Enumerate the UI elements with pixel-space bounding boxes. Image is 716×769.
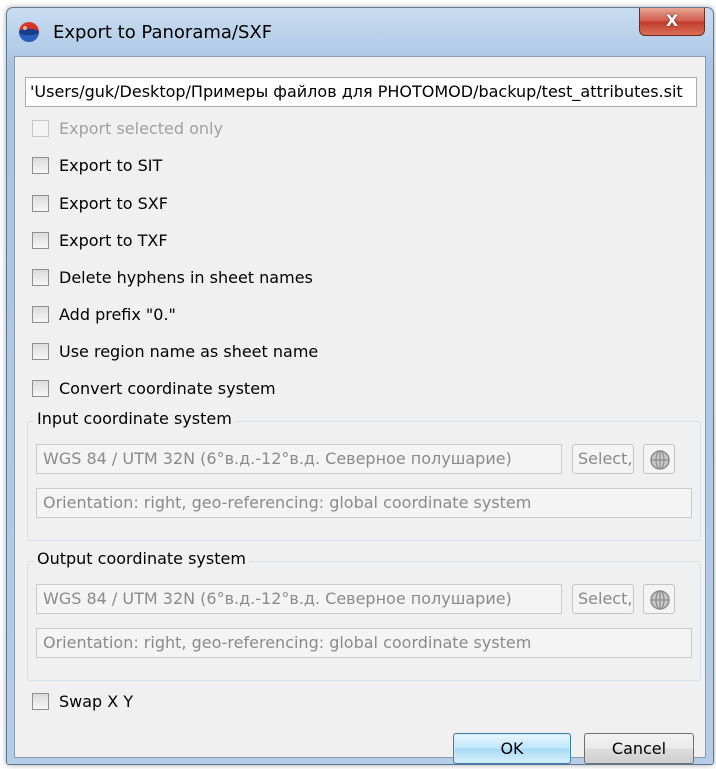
globe-icon	[650, 590, 670, 610]
add-prefix-checkbox[interactable]	[32, 305, 49, 323]
export-to-sxf-label[interactable]: Export to SXF	[59, 194, 168, 213]
output-cs-select-button: Select,	[572, 584, 634, 614]
close-button[interactable]: X	[639, 8, 705, 36]
export-to-txf-checkbox-row[interactable]: Export to TXF	[32, 228, 168, 252]
output-cs-orientation-field: Orientation: right, geo-referencing: glo…	[36, 628, 692, 658]
add-prefix-label[interactable]: Add prefix "0."	[59, 305, 176, 324]
convert-cs-checkbox[interactable]	[32, 379, 49, 397]
ok-button[interactable]: OK	[453, 733, 571, 764]
cancel-button[interactable]: Cancel	[584, 733, 694, 764]
title-bar[interactable]: Export to Panorama/SXF X	[7, 8, 713, 56]
use-region-name-label[interactable]: Use region name as sheet name	[59, 342, 318, 361]
export-to-txf-checkbox[interactable]	[32, 231, 49, 249]
convert-cs-checkbox-row[interactable]: Convert coordinate system	[32, 376, 276, 400]
output-cs-group: Output coordinate system WGS 84 / UTM 32…	[27, 549, 701, 681]
export-to-sit-checkbox[interactable]	[32, 156, 49, 174]
export-dialog-window: Export to Panorama/SXF X 'Users/guk/Desk…	[6, 7, 714, 765]
dialog-client-area: 'Users/guk/Desktop/Примеры файлов для PH…	[14, 56, 706, 764]
globe-icon	[650, 450, 670, 470]
output-cs-field: WGS 84 / UTM 32N (6°в.д.-12°в.д. Северно…	[36, 584, 562, 614]
export-to-txf-label[interactable]: Export to TXF	[59, 231, 168, 250]
export-to-sit-label[interactable]: Export to SIT	[59, 156, 162, 175]
swap-xy-checkbox-row[interactable]: Swap X Y	[32, 689, 133, 713]
export-selected-only-label: Export selected only	[59, 118, 223, 138]
input-cs-globe-button	[643, 444, 675, 474]
input-cs-orientation-field: Orientation: right, geo-referencing: glo…	[36, 488, 692, 518]
export-selected-only-checkbox-row: Export selected only	[32, 116, 223, 140]
file-path-field[interactable]: 'Users/guk/Desktop/Примеры файлов для PH…	[25, 77, 697, 107]
output-cs-group-title: Output coordinate system	[34, 549, 249, 568]
close-icon: X	[665, 11, 679, 30]
export-to-sxf-checkbox-row[interactable]: Export to SXF	[32, 191, 168, 215]
delete-hyphens-checkbox-row[interactable]: Delete hyphens in sheet names	[32, 265, 313, 289]
window-title: Export to Panorama/SXF	[53, 22, 273, 43]
export-selected-only-checkbox	[32, 119, 49, 137]
convert-cs-label[interactable]: Convert coordinate system	[59, 379, 276, 398]
export-to-sit-checkbox-row[interactable]: Export to SIT	[32, 153, 162, 177]
use-region-name-checkbox-row[interactable]: Use region name as sheet name	[32, 339, 318, 363]
add-prefix-checkbox-row[interactable]: Add prefix "0."	[32, 302, 176, 326]
input-cs-group: Input coordinate system WGS 84 / UTM 32N…	[27, 409, 701, 541]
output-cs-globe-button	[643, 584, 675, 614]
export-to-sxf-checkbox[interactable]	[32, 194, 49, 212]
delete-hyphens-label[interactable]: Delete hyphens in sheet names	[59, 268, 313, 287]
panorama-app-icon	[17, 20, 41, 44]
swap-xy-checkbox[interactable]	[32, 692, 49, 710]
input-cs-field: WGS 84 / UTM 32N (6°в.д.-12°в.д. Северно…	[36, 444, 562, 474]
swap-xy-label[interactable]: Swap X Y	[59, 692, 133, 711]
input-cs-select-button: Select,	[572, 444, 634, 474]
input-cs-group-title: Input coordinate system	[34, 409, 235, 428]
use-region-name-checkbox[interactable]	[32, 342, 49, 360]
delete-hyphens-checkbox[interactable]	[32, 268, 49, 286]
